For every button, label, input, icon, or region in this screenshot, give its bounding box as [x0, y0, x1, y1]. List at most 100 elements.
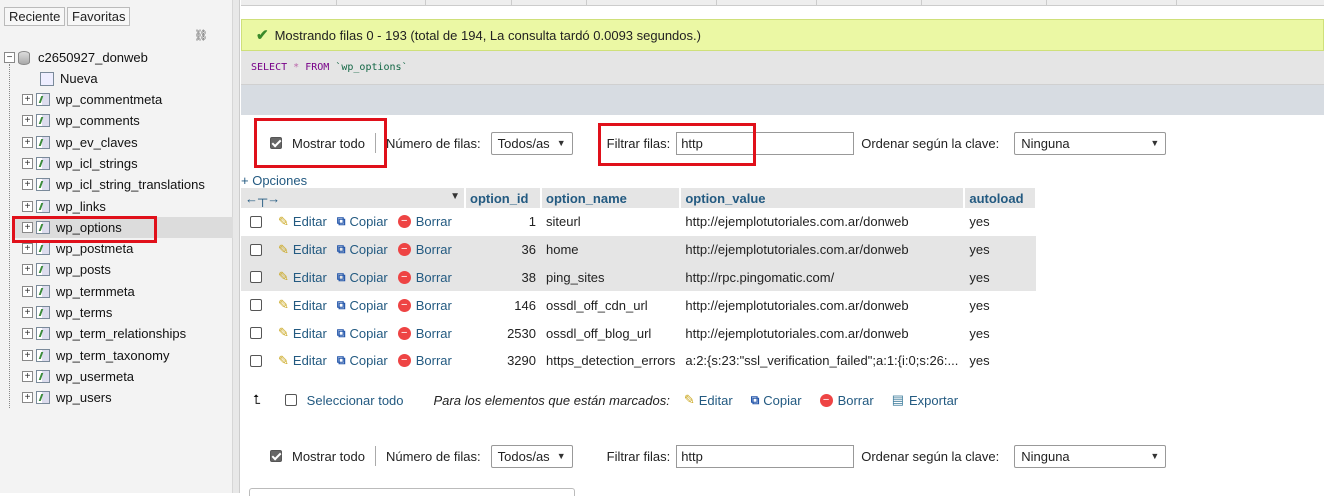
table-name[interactable]: wp_posts: [56, 262, 111, 277]
cell-option-id[interactable]: 2530: [465, 319, 541, 347]
row-checkbox[interactable]: [250, 215, 262, 228]
delete-button[interactable]: − Borrar: [397, 242, 452, 257]
new-label[interactable]: Nueva: [60, 71, 98, 86]
sidebar-table-wp_users[interactable]: + wp_users: [22, 387, 112, 408]
table-name[interactable]: wp_postmeta: [56, 241, 133, 256]
sort-select-bottom[interactable]: Ninguna ▼: [1014, 444, 1167, 468]
copy-button[interactable]: ⧉ Copiar: [337, 326, 388, 341]
sidebar-table-wp_icl_strings[interactable]: + wp_icl_strings: [22, 153, 138, 174]
sidebar-table-wp_links[interactable]: + wp_links: [22, 196, 106, 217]
row-checkbox[interactable]: [250, 354, 262, 367]
copy-button[interactable]: ⧉ Copiar: [337, 214, 388, 229]
delete-button[interactable]: − Borrar: [397, 326, 452, 341]
edit-button[interactable]: ✎ Editar: [278, 325, 327, 341]
filter-input-bottom[interactable]: http: [676, 444, 855, 468]
expand-icon[interactable]: +: [22, 307, 33, 318]
expand-icon[interactable]: +: [22, 392, 33, 404]
cell-option-value[interactable]: http://ejemplotutoriales.com.ar/donweb: [680, 319, 964, 347]
sidebar-table-wp_terms[interactable]: + wp_terms: [22, 302, 112, 323]
cell-option-id[interactable]: 146: [465, 291, 541, 319]
cell-option-id[interactable]: 38: [465, 263, 541, 292]
expand-icon[interactable]: +: [22, 349, 33, 361]
row-checkbox[interactable]: [250, 271, 262, 284]
db-name[interactable]: c2650927_donweb: [38, 50, 148, 65]
cell-option-value[interactable]: http://rpc.pingomatic.com/: [680, 263, 965, 292]
rows-select[interactable]: Todos/as ▼: [490, 131, 573, 155]
cell-autoload[interactable]: yes: [964, 208, 1036, 236]
table-name[interactable]: wp_comments: [56, 113, 140, 128]
table-name[interactable]: wp_termmeta: [56, 284, 135, 299]
row-checkbox[interactable]: [250, 299, 262, 312]
sidebar-table-wp_commentmeta[interactable]: + wp_commentmeta: [22, 89, 162, 110]
sort-triangle-icon[interactable]: ▼: [450, 191, 460, 202]
table-name[interactable]: wp_term_taxonomy: [56, 348, 169, 363]
cell-option-id[interactable]: 1: [465, 208, 541, 236]
cell-option-value[interactable]: http://ejemplotutoriales.com.ar/donweb: [680, 235, 965, 264]
sidebar-table-wp_usermeta[interactable]: + wp_usermeta: [22, 366, 134, 387]
expand-icon[interactable]: +: [22, 243, 33, 255]
sidebar-table-wp_icl_string_translations[interactable]: + wp_icl_string_translations: [22, 174, 205, 195]
expand-icon[interactable]: +: [22, 94, 33, 105]
cell-option-value[interactable]: http://ejemplotutoriales.com.ar/donweb: [680, 208, 964, 236]
cell-option-name[interactable]: ossdl_off_blog_url: [541, 319, 680, 347]
table-name[interactable]: wp_terms: [56, 305, 112, 320]
cell-option-name[interactable]: ossdl_off_cdn_url: [541, 291, 680, 319]
edit-button[interactable]: ✎ Editar: [278, 269, 327, 285]
edit-button[interactable]: ✎ Editar: [278, 214, 327, 230]
table-name[interactable]: wp_commentmeta: [56, 92, 162, 107]
bulk-copy-button[interactable]: ⧉ Copiar: [751, 393, 802, 408]
show-all-checkbox[interactable]: [270, 137, 282, 149]
header-option-id[interactable]: option_id: [465, 188, 542, 208]
column-arrows-icon[interactable]: ←┬→: [245, 191, 280, 206]
table-name[interactable]: wp_users: [56, 390, 112, 405]
expand-icon[interactable]: +: [22, 370, 33, 382]
expand-icon[interactable]: +: [22, 328, 33, 340]
collapse-icon[interactable]: −: [4, 52, 15, 63]
filter-input[interactable]: http: [676, 131, 855, 155]
sidebar-table-wp_ev_claves[interactable]: + wp_ev_claves: [22, 132, 138, 153]
select-all-link[interactable]: Seleccionar todo: [307, 393, 404, 408]
cell-option-name[interactable]: siteurl: [541, 208, 680, 236]
bulk-edit-button[interactable]: ✎ Editar: [684, 392, 733, 408]
header-option-name[interactable]: option_name: [541, 188, 682, 208]
options-link[interactable]: + Opciones: [241, 173, 307, 188]
copy-button[interactable]: ⧉ Copiar: [337, 270, 388, 285]
copy-button[interactable]: ⧉ Copiar: [337, 353, 388, 368]
show-all-label-bottom[interactable]: Mostrar todo: [292, 449, 365, 464]
expand-icon[interactable]: +: [22, 136, 33, 148]
link-icon[interactable]: ⛓: [194, 29, 208, 42]
sidebar-table-wp_postmeta[interactable]: + wp_postmeta: [22, 238, 133, 259]
cell-option-name[interactable]: https_detection_errors: [541, 347, 680, 375]
expand-icon[interactable]: +: [22, 221, 33, 233]
cell-autoload[interactable]: yes: [964, 263, 1037, 292]
edit-button[interactable]: ✎ Editar: [278, 353, 327, 369]
cell-autoload[interactable]: yes: [964, 347, 1036, 375]
sidebar-table-wp_termmeta[interactable]: + wp_termmeta: [22, 281, 135, 302]
edit-button[interactable]: ✎ Editar: [278, 297, 327, 313]
table-name[interactable]: wp_icl_strings: [56, 156, 138, 171]
delete-button[interactable]: − Borrar: [397, 270, 452, 285]
expand-icon[interactable]: +: [22, 179, 33, 191]
rows-select-bottom[interactable]: Todos/as ▼: [490, 444, 573, 468]
expand-icon[interactable]: +: [22, 157, 33, 169]
expand-icon[interactable]: +: [22, 115, 33, 127]
table-name[interactable]: wp_options: [56, 220, 122, 235]
sidebar-table-wp_term_relationships[interactable]: + wp_term_relationships: [22, 323, 186, 344]
table-name[interactable]: wp_term_relationships: [56, 326, 186, 341]
bulk-delete-button[interactable]: − Borrar: [819, 393, 874, 408]
delete-button[interactable]: − Borrar: [397, 298, 452, 313]
new-table-node[interactable]: Nueva: [40, 68, 98, 89]
row-checkbox[interactable]: [250, 243, 262, 256]
expand-icon[interactable]: +: [22, 200, 33, 212]
bulk-export-button[interactable]: ▤ Exportar: [892, 392, 958, 408]
row-checkbox[interactable]: [250, 327, 262, 340]
sidebar-table-wp_comments[interactable]: + wp_comments: [22, 110, 140, 131]
sidebar-table-wp_options[interactable]: + wp_options: [14, 216, 233, 238]
panel-splitter[interactable]: [233, 0, 240, 493]
show-all-label[interactable]: Mostrar todo: [292, 136, 365, 151]
table-name[interactable]: wp_icl_string_translations: [56, 177, 205, 192]
expand-icon[interactable]: +: [22, 285, 33, 297]
delete-button[interactable]: − Borrar: [397, 353, 452, 368]
db-node[interactable]: − c2650927_donweb: [4, 47, 148, 68]
recent-tab[interactable]: Reciente: [4, 7, 66, 26]
